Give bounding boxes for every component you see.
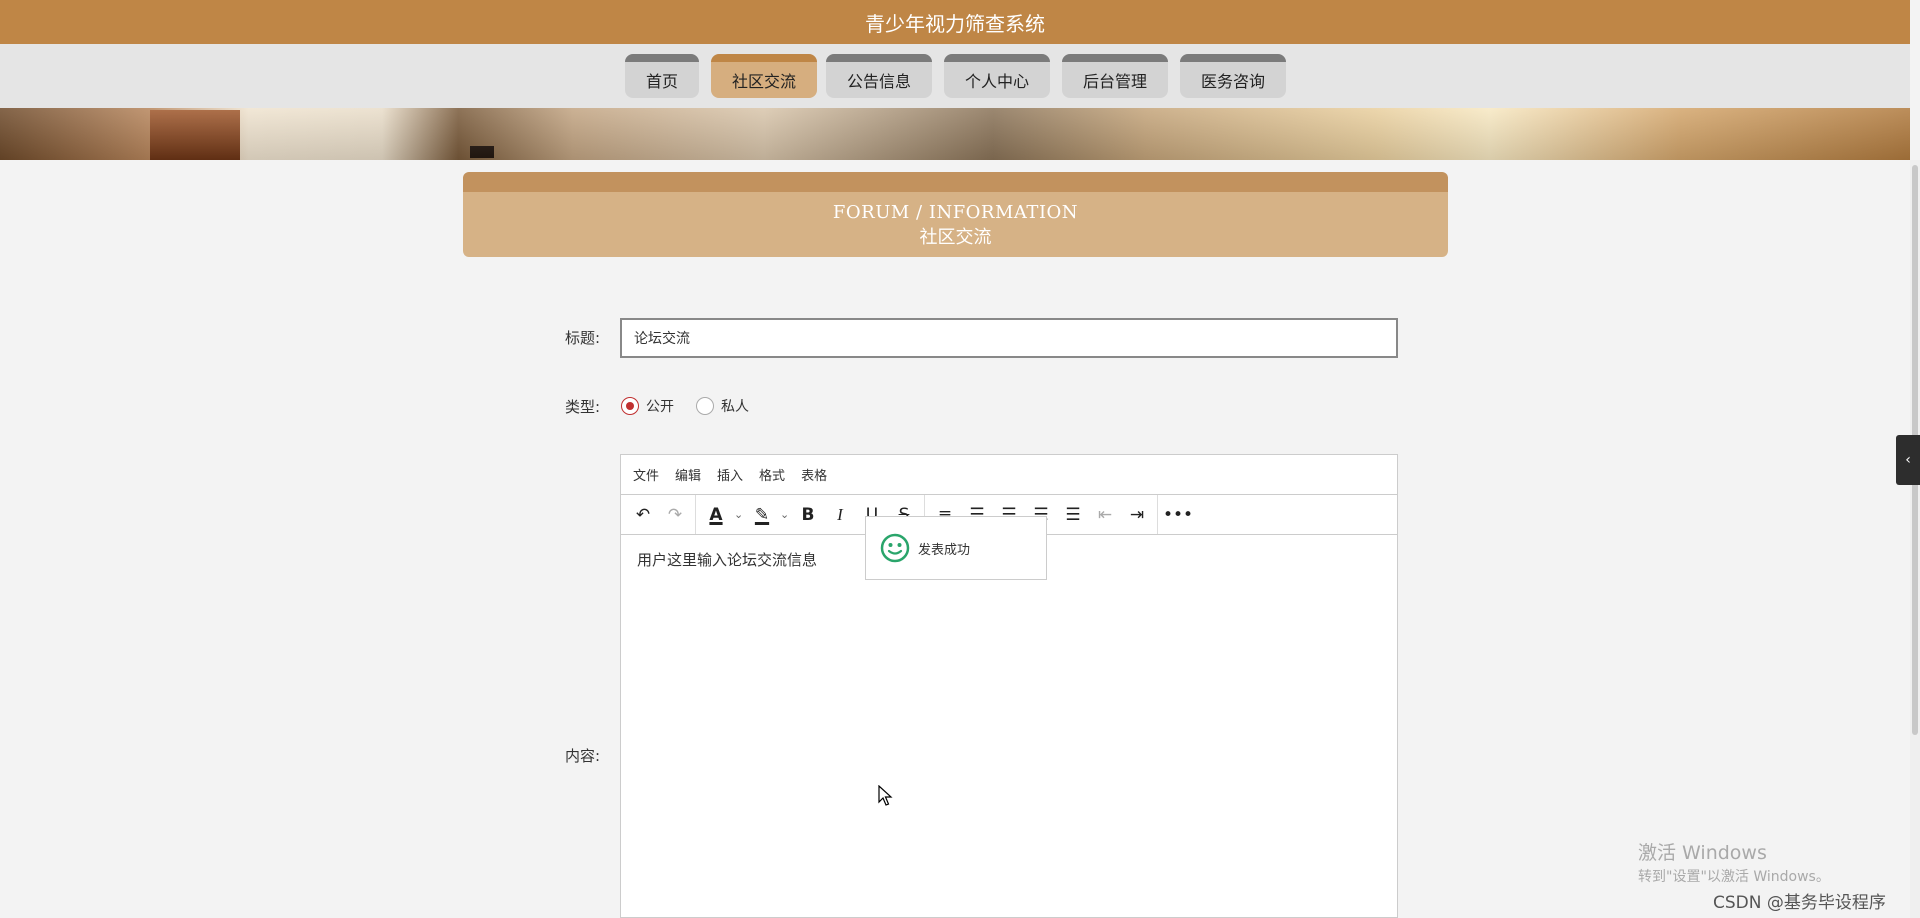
italic-icon[interactable]: I bbox=[824, 499, 856, 531]
chevron-left-icon: ‹ bbox=[1905, 452, 1911, 468]
section-header: FORUM / INFORMATION 社区交流 bbox=[463, 172, 1448, 257]
menu-format[interactable]: 格式 bbox=[759, 465, 785, 484]
content-label: 内容: bbox=[564, 747, 600, 765]
indent-icon[interactable]: ⇥ bbox=[1121, 499, 1153, 531]
app-title: 青少年视力筛查系统 bbox=[865, 11, 1045, 36]
app-title-bar: 青少年视力筛查系统 bbox=[0, 0, 1910, 44]
tab-admin[interactable]: 后台管理 bbox=[1062, 54, 1168, 98]
editor-menubar: 文件 编辑 插入 格式 表格 bbox=[621, 455, 1397, 495]
tab-personal-center[interactable]: 个人中心 bbox=[944, 54, 1050, 98]
banner-image bbox=[0, 108, 1910, 160]
source-watermark: CSDN @基务毕设程序 bbox=[1713, 893, 1886, 913]
radio-public-label[interactable]: 公开 bbox=[646, 396, 674, 416]
banner-overlay bbox=[0, 108, 1910, 160]
tab-label: 公告信息 bbox=[846, 72, 911, 91]
section-title-cn: 社区交流 bbox=[919, 227, 992, 248]
tab-medical-consult[interactable]: 医务咨询 bbox=[1180, 54, 1286, 98]
radio-private-label[interactable]: 私人 bbox=[721, 396, 749, 416]
tab-forum[interactable]: 社区交流 bbox=[711, 54, 817, 98]
menu-table[interactable]: 表格 bbox=[801, 465, 827, 484]
mouse-cursor-icon bbox=[878, 785, 893, 806]
main-nav: 首页 社区交流 公告信息 个人中心 后台管理 医务咨询 bbox=[0, 44, 1910, 108]
side-panel-toggle[interactable]: ‹ bbox=[1896, 435, 1920, 485]
text-color-control[interactable]: A ⌄ bbox=[700, 499, 746, 531]
align-justify-icon[interactable]: ☰ bbox=[1057, 499, 1089, 531]
editor-content-text: 用户这里输入论坛交流信息 bbox=[637, 551, 818, 569]
tab-label: 个人中心 bbox=[964, 72, 1029, 91]
menu-edit[interactable]: 编辑 bbox=[675, 465, 701, 484]
undo-icon[interactable]: ↶ bbox=[627, 499, 659, 531]
success-toast: 发表成功 bbox=[865, 516, 1047, 580]
toast-message: 发表成功 bbox=[918, 542, 971, 558]
tab-label: 后台管理 bbox=[1082, 72, 1147, 91]
toolbar-divider bbox=[1157, 495, 1158, 534]
section-title-en: FORUM / INFORMATION bbox=[832, 202, 1079, 223]
tab-label: 医务咨询 bbox=[1200, 72, 1265, 91]
text-color-icon[interactable]: A bbox=[700, 499, 732, 531]
menu-insert[interactable]: 插入 bbox=[717, 465, 743, 484]
tab-home[interactable]: 首页 bbox=[625, 54, 699, 98]
tab-announcements[interactable]: 公告信息 bbox=[826, 54, 932, 98]
chevron-down-icon[interactable]: ⌄ bbox=[780, 508, 792, 521]
activate-windows-title: 激活 Windows bbox=[1638, 842, 1767, 864]
redo-icon[interactable]: ↷ bbox=[659, 499, 691, 531]
menu-file[interactable]: 文件 bbox=[633, 465, 659, 484]
highlight-control[interactable]: ✎ ⌄ bbox=[746, 499, 792, 531]
title-label: 标题: bbox=[564, 329, 600, 347]
tab-label: 社区交流 bbox=[731, 72, 796, 91]
more-icon[interactable]: ••• bbox=[1162, 499, 1194, 531]
toolbar-divider bbox=[695, 495, 696, 534]
radio-private[interactable] bbox=[696, 397, 714, 415]
smiley-icon bbox=[880, 533, 910, 563]
bold-icon[interactable]: B bbox=[792, 499, 824, 531]
outdent-icon[interactable]: ⇤ bbox=[1089, 499, 1121, 531]
tab-label: 首页 bbox=[645, 72, 678, 91]
chevron-down-icon[interactable]: ⌄ bbox=[734, 508, 746, 521]
type-label: 类型: bbox=[564, 398, 600, 416]
type-radio-group: 公开 私人 bbox=[621, 396, 771, 416]
title-input[interactable] bbox=[620, 318, 1398, 358]
highlight-icon[interactable]: ✎ bbox=[746, 499, 778, 531]
activate-windows-hint: 转到"设置"以激活 Windows。 bbox=[1638, 869, 1830, 885]
radio-public[interactable] bbox=[621, 397, 639, 415]
